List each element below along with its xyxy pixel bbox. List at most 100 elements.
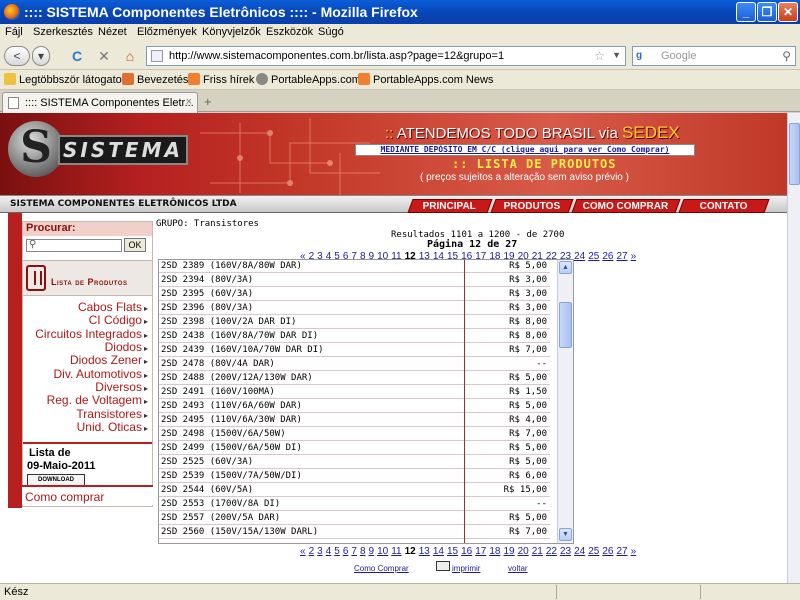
imprimir-link[interactable]: imprimir bbox=[452, 564, 480, 573]
scroll-down-arrow-icon[interactable]: ▼ bbox=[559, 528, 572, 541]
product-search-input[interactable]: ⚲ bbox=[26, 239, 122, 252]
page-link[interactable]: 21 bbox=[532, 546, 543, 557]
nav-produtos[interactable]: PRODUTOS bbox=[490, 199, 574, 213]
url-bar[interactable]: http://www.sistemacomponentes.com.br/lis… bbox=[146, 46, 626, 66]
menu-view[interactable]: Nézet bbox=[98, 26, 127, 38]
page-link[interactable]: 27 bbox=[616, 546, 627, 557]
pager-next-link[interactable]: » bbox=[631, 251, 637, 262]
page-link[interactable]: 8 bbox=[360, 546, 366, 557]
menu-file[interactable]: Fájl bbox=[5, 26, 23, 38]
category-transistores[interactable]: Transistores bbox=[76, 407, 148, 421]
page-link[interactable]: 6 bbox=[343, 546, 349, 557]
page-link[interactable]: 22 bbox=[546, 546, 557, 557]
bookmark-portableapps[interactable]: PortableApps.com bbox=[256, 73, 361, 86]
reload-icon[interactable]: C bbox=[68, 47, 86, 65]
category-reg-voltagem[interactable]: Reg. de Voltagem bbox=[47, 393, 148, 407]
page-link[interactable]: 18 bbox=[489, 546, 500, 557]
tab-close-icon[interactable]: × bbox=[186, 96, 192, 108]
deposit-link[interactable]: MEDIANTE DEPÓSITO EM C/C (clique aqui pa… bbox=[355, 144, 695, 156]
status-text: Kész bbox=[4, 586, 29, 598]
google-icon[interactable]: g bbox=[636, 50, 650, 63]
category-diversos[interactable]: Diversos bbox=[95, 380, 148, 394]
page-link[interactable]: 16 bbox=[461, 546, 472, 557]
nav-como-comprar[interactable]: COMO COMPRAR bbox=[571, 199, 681, 213]
bookmark-portableapps-news[interactable]: PortableApps.com News bbox=[358, 73, 493, 86]
page-link[interactable]: 26 bbox=[602, 546, 613, 557]
bookmark-most-visited[interactable]: Legtöbbször látogatott bbox=[4, 73, 128, 86]
table-row: 2SD 2398 (100V/2A DAR DI) R$ 8,00 bbox=[159, 316, 550, 329]
page-link[interactable]: 11 bbox=[391, 546, 401, 557]
table-scroll-thumb[interactable] bbox=[559, 302, 572, 348]
back-button[interactable]: < bbox=[4, 46, 30, 66]
page-link[interactable]: 25 bbox=[588, 546, 599, 557]
new-tab-icon[interactable]: + bbox=[204, 94, 212, 109]
page-link[interactable]: 4 bbox=[326, 546, 332, 557]
page-scrollbar[interactable] bbox=[787, 113, 800, 583]
page-link[interactable]: 24 bbox=[574, 546, 585, 557]
page-link[interactable]: 27 bbox=[616, 251, 627, 262]
page-link[interactable]: 20 bbox=[518, 546, 529, 557]
page-link[interactable]: 15 bbox=[447, 546, 458, 557]
close-button[interactable]: ✕ bbox=[778, 2, 798, 22]
page-link[interactable]: 9 bbox=[369, 546, 375, 557]
page-link[interactable]: 26 bbox=[602, 251, 613, 262]
product-price: R$ 3,00 bbox=[509, 275, 547, 285]
page-link[interactable]: 23 bbox=[560, 546, 571, 557]
scroll-up-arrow-icon[interactable]: ▲ bbox=[559, 261, 572, 274]
page-link[interactable]: 10 bbox=[377, 546, 388, 557]
tab-sistema[interactable]: :::: SISTEMA Componentes Eletr... × bbox=[2, 92, 198, 113]
history-dropdown-button[interactable]: ▾ bbox=[32, 46, 50, 66]
page-link[interactable]: 5 bbox=[334, 546, 340, 557]
menu-bookmarks[interactable]: Könyvjelzők bbox=[202, 26, 261, 38]
category-unid-oticas[interactable]: Unid. Oticas bbox=[77, 420, 148, 434]
page-link[interactable]: 13 bbox=[419, 546, 430, 557]
nav-principal[interactable]: PRINCIPAL bbox=[407, 199, 493, 213]
product-name: 2SD 2439 (160V/10A/70W DAR DI) bbox=[161, 345, 324, 355]
menu-edit[interactable]: Szerkesztés bbox=[33, 26, 93, 38]
pager-prev-link[interactable]: « bbox=[300, 546, 306, 557]
product-name: 2SD 2499 (1500V/6A/50W DI) bbox=[161, 443, 302, 453]
search-ok-button[interactable]: OK bbox=[124, 238, 146, 252]
menu-history[interactable]: Előzmények bbox=[137, 26, 197, 38]
category-ci-codigo[interactable]: CI Código bbox=[89, 313, 148, 327]
sidebar-como-comprar-link[interactable]: Como comprar bbox=[22, 485, 153, 505]
voltar-link[interactable]: voltar bbox=[508, 564, 528, 573]
printer-icon[interactable] bbox=[436, 561, 450, 571]
page-scroll-thumb[interactable] bbox=[789, 123, 800, 185]
page-link[interactable]: 3 bbox=[317, 546, 323, 557]
search-placeholder[interactable]: Google bbox=[661, 50, 696, 62]
menu-help[interactable]: Súgó bbox=[318, 26, 344, 38]
menu-tools[interactable]: Eszközök bbox=[266, 26, 313, 38]
maximize-button[interactable]: ❐ bbox=[757, 2, 777, 22]
category-circuitos-integrados[interactable]: Circuitos Integrados bbox=[35, 327, 148, 341]
stop-icon[interactable]: ✕ bbox=[95, 47, 113, 65]
bookmark-getting-started[interactable]: Bevezetés bbox=[122, 73, 188, 86]
pager-next-link[interactable]: » bbox=[631, 546, 637, 557]
home-icon[interactable]: ⌂ bbox=[121, 47, 139, 65]
category-cabos-flats[interactable]: Cabos Flats bbox=[78, 300, 148, 314]
url-text[interactable]: http://www.sistemacomponentes.com.br/lis… bbox=[169, 50, 504, 62]
minimize-button[interactable]: _ bbox=[736, 2, 756, 22]
page-link[interactable]: 24 bbox=[574, 251, 585, 262]
bookmark-latest-headlines[interactable]: Friss hírek bbox=[188, 73, 254, 86]
como-comprar-link[interactable]: Como Comprar bbox=[354, 564, 409, 573]
category-diodos[interactable]: Diodos bbox=[105, 340, 148, 354]
page-link[interactable]: 2 bbox=[309, 546, 315, 557]
table-row: 2SD 2439 (160V/10A/70W DAR DI) R$ 7,00 bbox=[159, 344, 550, 357]
page-link[interactable]: 14 bbox=[433, 546, 444, 557]
page-link[interactable]: 25 bbox=[588, 251, 599, 262]
page-link[interactable]: 17 bbox=[475, 546, 486, 557]
site-logo[interactable]: S SISTEMA bbox=[8, 121, 188, 181]
bookmark-star-icon[interactable]: ☆ bbox=[594, 49, 605, 63]
search-bar[interactable]: g Google ⚲ bbox=[632, 46, 796, 66]
page-link[interactable]: 7 bbox=[351, 546, 357, 557]
category-diodos-zener[interactable]: Diodos Zener bbox=[70, 353, 148, 367]
site-banner: S SISTEMA :: ATENDEMOS TODO BRASIL via S… bbox=[0, 113, 787, 213]
url-dropdown-icon[interactable]: ▼ bbox=[612, 50, 621, 60]
product-name: 2SD 2395 (60V/3A) bbox=[161, 289, 254, 299]
category-div-automotivos[interactable]: Div. Automotivos bbox=[54, 367, 149, 381]
table-scrollbar[interactable]: ▲ ▼ bbox=[557, 260, 573, 543]
search-icon[interactable]: ⚲ bbox=[782, 49, 791, 63]
nav-contato[interactable]: CONTATO bbox=[678, 199, 770, 213]
page-link[interactable]: 19 bbox=[503, 546, 514, 557]
